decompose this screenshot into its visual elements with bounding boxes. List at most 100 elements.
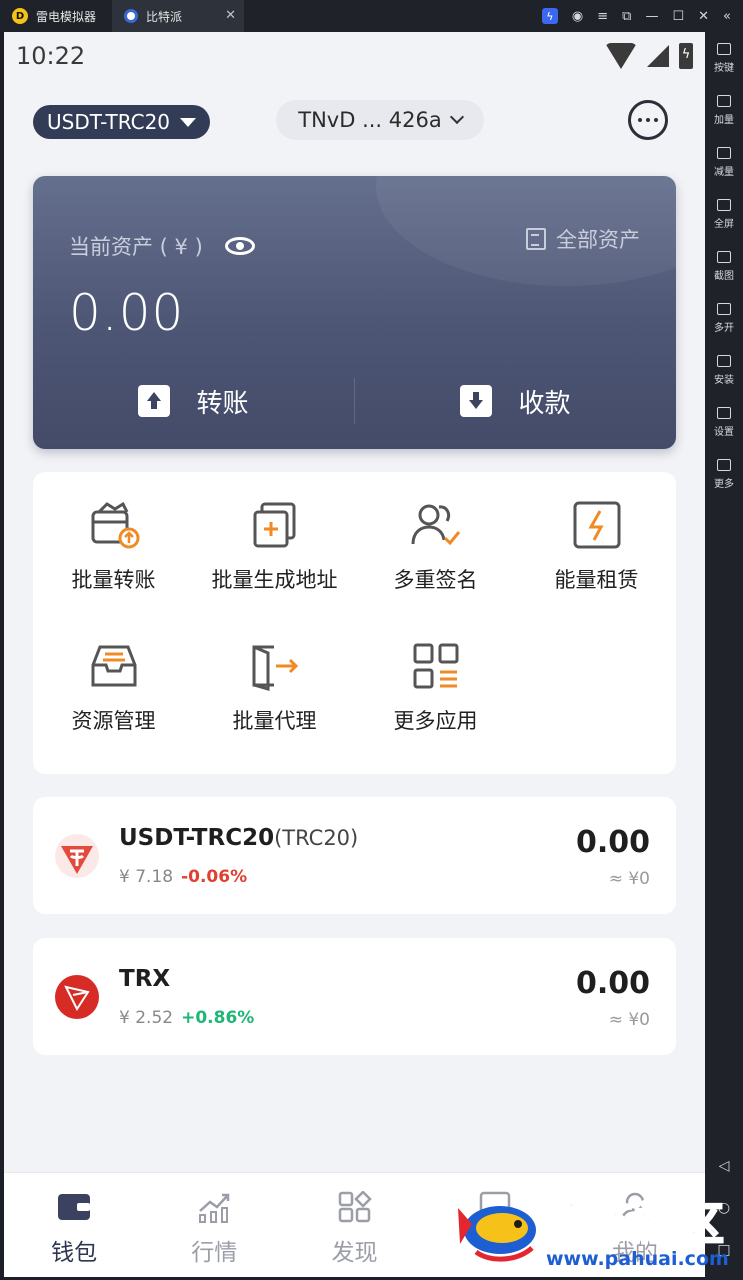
energy-rental-icon: [569, 500, 625, 550]
menu-icon[interactable]: ≡: [597, 9, 608, 24]
token-name: TRX: [119, 966, 171, 992]
emulator-app-name: 雷电模拟器: [36, 9, 97, 24]
watermark-url: www.pahuai.com: [546, 1248, 729, 1270]
emulator-home-tab[interactable]: D 雷电模拟器: [0, 0, 108, 32]
sidebar-item-scissors[interactable]: 截图: [705, 240, 743, 292]
watermark-title: 怕坏社区: [541, 1198, 726, 1251]
token-row-trx[interactable]: TRX ¥ 2.52 +0.86% 0.00 ≈ ¥0: [33, 938, 676, 1055]
sidebar-item-label: 加量: [714, 114, 734, 126]
account-icon[interactable]: ◉: [572, 9, 583, 24]
sidebar-item-volume-up[interactable]: 加量: [705, 84, 743, 136]
maximize-icon[interactable]: ☐: [672, 9, 684, 24]
token-row-usdt[interactable]: USDT-TRC20(TRC20) ¥ 7.18 -0.06% 0.00 ≈ ¥0: [33, 797, 676, 914]
app-tab-title: 比特派: [146, 9, 183, 24]
fullscreen-icon: [717, 198, 731, 211]
network-selector[interactable]: USDT-TRC20: [33, 105, 211, 139]
token-standard: (TRC20): [274, 826, 359, 850]
sidebar-item-label: 减量: [714, 166, 734, 178]
receive-button[interactable]: 收款: [355, 374, 676, 428]
tools-grid: 批量转账 批量生成地址 多重签名 能量租赁 资源管理 批量代理 更多应用: [33, 472, 676, 774]
sidebar-item-label: 按键: [714, 62, 734, 74]
download-icon: [460, 385, 493, 417]
sidebar-item-install[interactable]: 安装: [705, 344, 743, 396]
token-change: +0.86%: [181, 1008, 255, 1028]
wifi-icon: [605, 43, 637, 69]
signal-icon: [647, 45, 669, 67]
all-assets-link[interactable]: 全部资产: [526, 224, 640, 254]
phone-screen: 10:22 USDT-TRC20 TNvD ... 426a 当前资产 (: [4, 32, 705, 1277]
token-amount: 0.00: [575, 966, 650, 1001]
sidebar-item-keyboard[interactable]: 按键: [705, 32, 743, 84]
token-fiat-value: ≈ ¥0: [608, 869, 650, 889]
lightning-icon[interactable]: ϟ: [541, 8, 558, 24]
watermark: 怕坏社区 www.pahuai.com: [450, 1180, 740, 1280]
volume-down-icon: [717, 146, 731, 159]
balance-value: 0.00: [69, 284, 185, 342]
fish-logo-icon: [458, 1206, 536, 1262]
sidebar-item-label: 多开: [714, 322, 734, 334]
nav-wallet[interactable]: 钱包: [4, 1173, 144, 1277]
emulator-sidebar: 按键 加量 减量 全屏 截图 多开 安装 设置 更多 ◁ ○ □: [705, 32, 743, 1280]
tool-multisig[interactable]: 多重签名: [355, 472, 516, 592]
trx-logo-icon: [55, 975, 99, 1019]
sidebar-item-label: 全屏: [714, 218, 734, 230]
more-apps-icon: [408, 641, 464, 691]
sidebar-item-label: 截图: [714, 270, 734, 282]
tool-batch-transfer[interactable]: 批量转账: [33, 472, 194, 592]
wallet-header: USDT-TRC20 TNvD ... 426a: [4, 80, 705, 170]
network-label: USDT-TRC20: [47, 110, 171, 134]
batch-delegate-icon: [247, 641, 303, 691]
caret-down-icon: [180, 117, 197, 127]
eye-icon[interactable]: [224, 237, 255, 255]
usdt-logo-icon: [55, 834, 99, 878]
sidebar-item-volume-down[interactable]: 减量: [705, 136, 743, 188]
app-tab-icon: [124, 9, 139, 23]
token-change: -0.06%: [181, 867, 248, 887]
sidebar-item-label: 设置: [714, 426, 734, 438]
sidebar-item-settings[interactable]: 设置: [705, 396, 743, 448]
volume-up-icon: [717, 94, 731, 107]
close-window-icon[interactable]: ✕: [698, 9, 709, 24]
upload-icon: [138, 385, 171, 417]
asset-card: 当前资产 ( ¥ ) 全部资产 0.00 转账 收款: [33, 176, 676, 449]
keyboard-icon: [717, 42, 731, 55]
address-label: TNvD ... 426a: [298, 108, 442, 132]
status-time: 10:22: [16, 42, 86, 70]
settings-icon: [717, 406, 731, 419]
discover-icon: [338, 1191, 372, 1223]
tool-batch-address[interactable]: 批量生成地址: [194, 472, 355, 592]
sidebar-item-more[interactable]: 更多: [705, 448, 743, 500]
current-assets-label: 当前资产 ( ¥ ): [69, 231, 255, 261]
multi-instance-icon: [717, 302, 731, 315]
tool-batch-delegate[interactable]: 批量代理: [194, 613, 355, 733]
sidebar-item-multi-instance[interactable]: 多开: [705, 292, 743, 344]
close-tab-icon[interactable]: ✕: [225, 8, 236, 23]
token-amount: 0.00: [575, 825, 650, 860]
emulator-logo-icon: D: [12, 8, 28, 24]
scissors-icon: [717, 250, 731, 263]
nav-market[interactable]: 行情: [144, 1173, 284, 1277]
window-controls: ϟ ◉ ≡ ⧉ — ☐ ✕ «: [541, 0, 743, 32]
tool-more-apps[interactable]: 更多应用: [355, 613, 516, 733]
resource-management-icon: [86, 641, 142, 691]
tool-resource-management[interactable]: 资源管理: [33, 613, 194, 733]
token-fiat-value: ≈ ¥0: [608, 1010, 650, 1030]
battery-icon: [679, 43, 693, 69]
install-icon: [717, 354, 731, 367]
collapse-sidebar-icon[interactable]: «: [723, 9, 731, 24]
sidebar-item-label: 安装: [714, 374, 734, 386]
back-icon[interactable]: ◁: [719, 1158, 730, 1174]
restore-icon[interactable]: ⧉: [622, 9, 631, 24]
minimize-icon[interactable]: —: [645, 9, 658, 24]
address-selector[interactable]: TNvD ... 426a: [276, 100, 484, 140]
transfer-button[interactable]: 转账: [33, 374, 354, 428]
sidebar-item-fullscreen[interactable]: 全屏: [705, 188, 743, 240]
token-price: ¥ 7.18: [119, 867, 174, 887]
nav-discover[interactable]: 发现: [284, 1173, 424, 1277]
wallet-icon: [58, 1194, 91, 1220]
message-button[interactable]: [628, 100, 668, 140]
tool-energy-rental[interactable]: 能量租赁: [516, 472, 677, 592]
document-icon: [526, 228, 546, 250]
app-tab[interactable]: 比特派 ✕: [112, 0, 245, 32]
more-icon: [717, 458, 731, 471]
